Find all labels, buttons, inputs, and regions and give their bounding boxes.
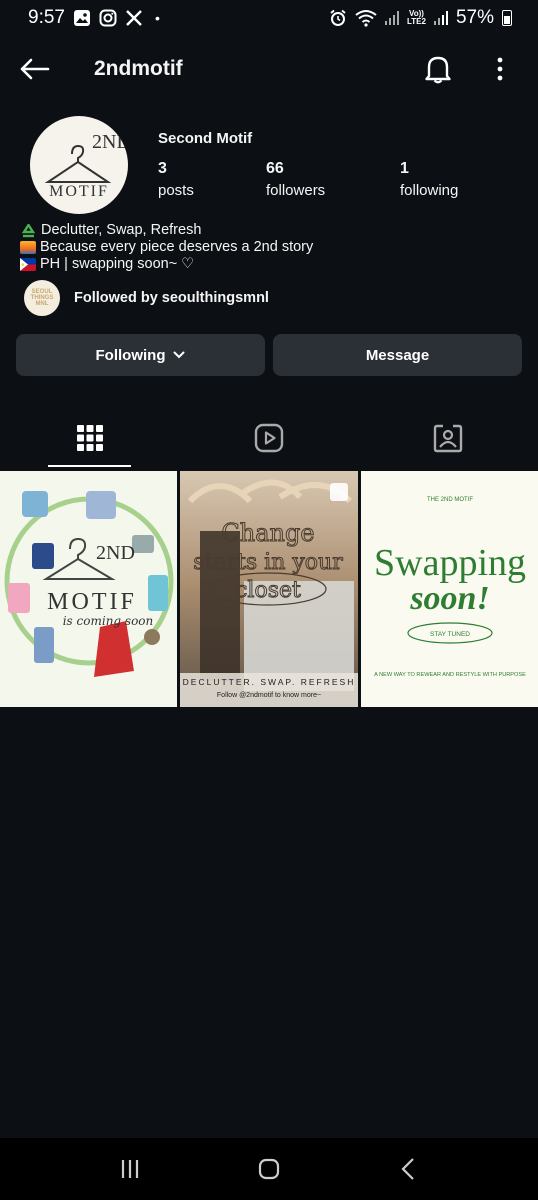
notifications-button[interactable]: [418, 49, 458, 89]
page-title: 2ndmotif: [94, 57, 183, 80]
svg-text:MOTIF: MOTIF: [47, 589, 137, 615]
instagram-icon: [99, 9, 117, 27]
tab-reels[interactable]: [179, 408, 358, 468]
following-stat[interactable]: 1 following: [400, 158, 534, 202]
profile-actions: Following Message: [16, 334, 522, 376]
following-button[interactable]: Following: [16, 334, 265, 376]
recycle-icon: [20, 222, 37, 238]
back-button[interactable]: [18, 49, 58, 89]
followers-stat[interactable]: 66 followers: [266, 158, 400, 202]
signal-icon-2: [433, 11, 448, 25]
svg-text:DECLUTTER. SWAP. REFRESH: DECLUTTER. SWAP. REFRESH: [183, 677, 356, 687]
profile-tabs: [0, 408, 538, 468]
wifi-icon: [355, 9, 377, 27]
system-back-button[interactable]: [378, 1144, 438, 1194]
svg-text:2ND: 2ND: [96, 542, 135, 564]
chevron-left-icon: [401, 1158, 415, 1180]
reels-icon: [254, 423, 284, 453]
svg-text:closet: closet: [235, 578, 301, 603]
sunset-icon: [20, 241, 36, 254]
more-vertical-icon: [497, 57, 503, 81]
posts-grid: 2ND MOTIF is coming soon Change starts i…: [0, 471, 538, 707]
recent-apps-button[interactable]: [100, 1144, 160, 1194]
followers-label: followers: [266, 182, 326, 199]
recent-apps-icon: [121, 1160, 138, 1178]
battery-percent: 57%: [455, 7, 494, 28]
back-arrow-icon: [20, 58, 50, 80]
follower-avatar: SEOUL THINGS MNL: [22, 278, 62, 318]
posts-stat[interactable]: 3 posts: [158, 158, 266, 202]
bio-line: Because every piece deserves a 2nd story: [20, 239, 313, 256]
grid-icon: [76, 425, 103, 451]
notification-dot: •: [154, 10, 160, 26]
svg-text:2ND: 2ND: [92, 131, 128, 153]
svg-text:A NEW WAY TO REWEAR AND RESTYL: A NEW WAY TO REWEAR AND RESTYLE WITH PUR…: [374, 672, 526, 678]
status-time: 9:57: [28, 7, 65, 28]
following-label: following: [400, 182, 459, 199]
gallery-icon: [73, 9, 91, 27]
post-thumbnail[interactable]: THE 2ND MOTIF Swapping soon! STAY TUNED …: [360, 471, 538, 707]
post-image: 2ND MOTIF is coming soon: [4, 491, 174, 677]
x-icon: [125, 9, 143, 27]
bio-line: PH | swapping soon~ ♡: [20, 256, 313, 273]
hanger-logo-icon: 2ND MOTIF: [44, 131, 128, 200]
home-icon: [258, 1158, 280, 1180]
battery-icon: [502, 10, 512, 26]
post-thumbnail[interactable]: Change starts in your closet DECLUTTER. …: [180, 471, 358, 707]
home-button[interactable]: [239, 1144, 299, 1194]
signal-icon: [385, 11, 399, 25]
tagged-icon: [434, 424, 463, 453]
svg-text:Follow @2ndmotif to know more~: Follow @2ndmotif to know more~: [217, 692, 321, 699]
followers-count: 66: [266, 160, 284, 177]
profile-stats: 3 posts 66 followers 1 following: [158, 158, 534, 202]
system-navigation-bar: [0, 1138, 538, 1200]
bell-icon: [425, 56, 451, 84]
profile-avatar[interactable]: 2ND MOTIF: [30, 116, 128, 214]
posts-count: 3: [158, 160, 167, 177]
philippines-flag-icon: [20, 258, 36, 271]
chevron-down-icon: [173, 351, 185, 359]
following-count: 1: [400, 160, 409, 177]
display-name: Second Motif: [158, 130, 253, 147]
svg-text:THE 2ND MOTIF: THE 2ND MOTIF: [427, 497, 473, 503]
svg-text:is coming soon: is coming soon: [63, 614, 154, 628]
bio: Declutter, Swap, Refresh Because every p…: [20, 222, 313, 273]
svg-text:Swapping: Swapping: [374, 542, 526, 584]
alarm-icon: [329, 9, 347, 27]
svg-text:STAY TUNED: STAY TUNED: [430, 631, 470, 638]
mutual-followers[interactable]: SEOUL THINGS MNL Followed by seoulthings…: [22, 278, 269, 318]
bio-line: Declutter, Swap, Refresh: [20, 222, 313, 239]
lte-indicator: Vo)) LTE2: [407, 9, 426, 26]
svg-text:Change: Change: [222, 519, 315, 547]
message-button[interactable]: Message: [273, 334, 522, 376]
profile-header: 2ndmotif: [0, 36, 538, 102]
svg-text:starts in your: starts in your: [194, 550, 344, 575]
tab-posts-grid[interactable]: [0, 408, 179, 468]
post-image: THE 2ND MOTIF Swapping soon! STAY TUNED …: [374, 497, 526, 678]
more-options-button[interactable]: [480, 49, 520, 89]
followed-by-text: Followed by seoulthingsmnl: [74, 290, 269, 306]
posts-label: posts: [158, 182, 194, 199]
post-image: Change starts in your closet DECLUTTER. …: [180, 471, 358, 707]
status-bar: 9:57 • Vo)) LTE2 57%: [0, 0, 538, 36]
tab-tagged[interactable]: [359, 408, 538, 468]
post-thumbnail[interactable]: 2ND MOTIF is coming soon: [0, 471, 178, 707]
svg-text:MOTIF: MOTIF: [49, 183, 109, 200]
svg-text:soon!: soon!: [409, 580, 489, 617]
